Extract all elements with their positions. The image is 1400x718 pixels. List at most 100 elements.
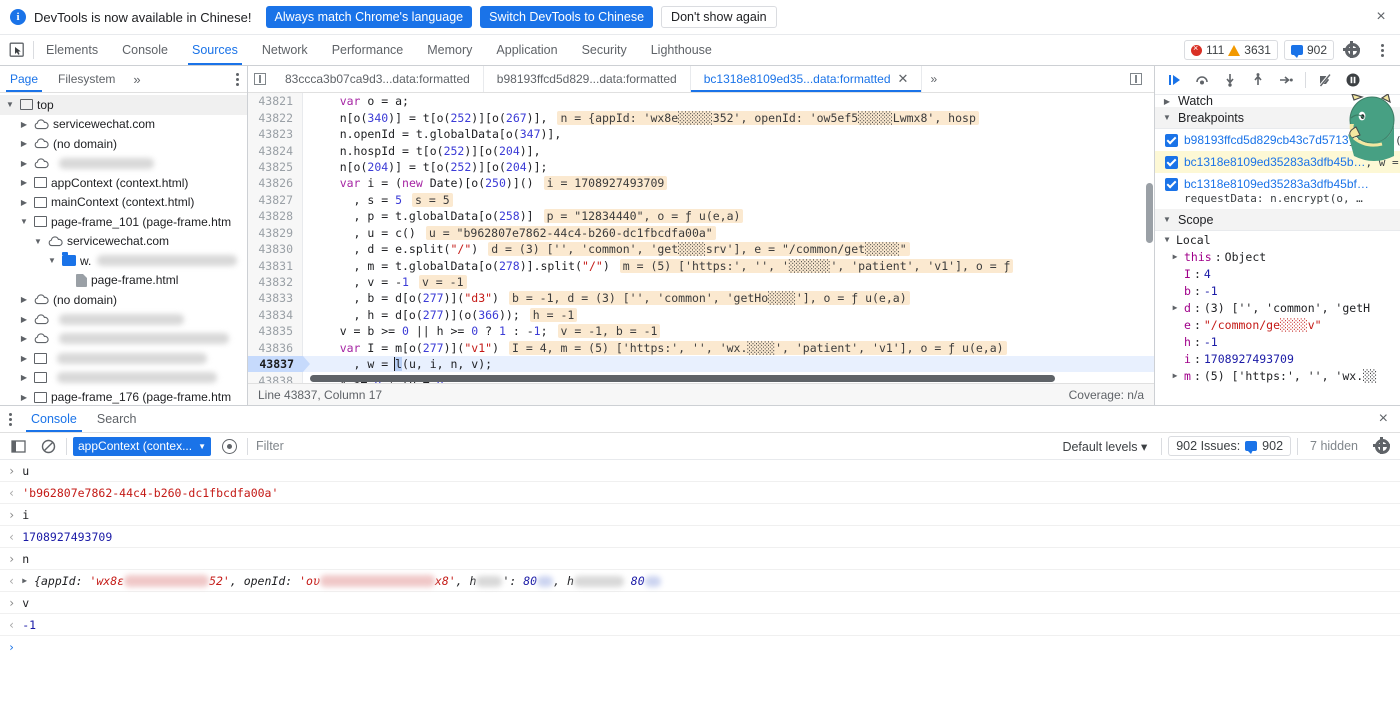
- navigator-overflow-icon[interactable]: »: [125, 66, 148, 92]
- line-number[interactable]: 43835: [248, 323, 303, 340]
- navigator-more-button[interactable]: [228, 66, 247, 92]
- tab-scroll-right-icon[interactable]: [1124, 73, 1148, 85]
- scope-section-header[interactable]: Scope: [1155, 209, 1400, 231]
- breakpoints-section-header[interactable]: Breakpoints: [1155, 107, 1400, 129]
- code-line[interactable]: 43826 var i = (new Date)[o(250)]() i = 17…: [248, 175, 1154, 192]
- line-number[interactable]: 43822: [248, 109, 303, 126]
- code-line[interactable]: 43830 , d = e.split("/") d = (3) ['', 'co…: [248, 240, 1154, 258]
- code-line[interactable]: 43825 n[o(204)] = t[o(252)][o(204)];: [248, 158, 1154, 176]
- file-tree[interactable]: top servicewechat.com (no domain) appContex…: [0, 93, 247, 405]
- console-sidebar-toggle-icon[interactable]: [6, 434, 30, 458]
- tree-item[interactable]: appContext (context.html): [0, 173, 247, 193]
- tree-item[interactable]: top: [0, 95, 247, 115]
- breakpoint-checkbox[interactable]: [1165, 134, 1178, 147]
- code-line[interactable]: 43824 n.hospId = t[o(252)][o(204)],: [248, 142, 1154, 159]
- chevron-right-icon[interactable]: [18, 159, 30, 168]
- clear-console-icon[interactable]: [36, 434, 60, 458]
- file-tab-1[interactable]: b98193ffcd5d829...data:formatted: [484, 66, 691, 92]
- step-over-next-function-call-button[interactable]: [1189, 68, 1215, 92]
- console-settings-button[interactable]: [1370, 434, 1394, 458]
- chevron-down-icon[interactable]: [18, 217, 30, 226]
- chevron-right-icon[interactable]: [18, 139, 30, 148]
- tab-performance[interactable]: Performance: [320, 35, 416, 65]
- breakpoint-item[interactable]: bc1318e8109ed35283a3dfb45b…, w = l(u, i,…: [1155, 151, 1400, 173]
- drawer-tab-console[interactable]: Console: [21, 406, 87, 432]
- breakpoint-checkbox[interactable]: [1165, 156, 1178, 169]
- file-tabs-overflow-icon[interactable]: »: [922, 66, 945, 92]
- tree-item[interactable]: [0, 349, 247, 369]
- nav-tab-filesystem[interactable]: Filesystem: [48, 66, 125, 92]
- drawer-tab-search[interactable]: Search: [87, 406, 147, 432]
- nav-tab-page[interactable]: Page: [0, 66, 48, 92]
- tree-item[interactable]: page-frame_176 (page-frame.htm: [0, 388, 247, 406]
- step-out-of-current-function-button[interactable]: [1245, 68, 1271, 92]
- chevron-right-icon[interactable]: [18, 120, 30, 129]
- watch-section-header[interactable]: Watch: [1155, 95, 1400, 107]
- console-filter-input[interactable]: [254, 436, 1049, 456]
- scope-variable[interactable]: h: -1: [1155, 333, 1400, 350]
- dont-show-again-button[interactable]: Don't show again: [661, 6, 777, 28]
- live-expression-button[interactable]: [217, 434, 241, 458]
- switch-to-chinese-button[interactable]: Switch DevTools to Chinese: [480, 6, 654, 28]
- line-number[interactable]: 43836: [248, 339, 303, 356]
- chevron-right-icon[interactable]: [1169, 371, 1181, 380]
- code-line[interactable]: 43828 , p = t.globalData[o(258)] p = "128…: [248, 208, 1154, 225]
- tab-network[interactable]: Network: [250, 35, 320, 65]
- scope-variable[interactable]: e: "/common/ge░░░░v": [1155, 316, 1400, 333]
- step-into-next-function-call-button[interactable]: [1217, 68, 1243, 92]
- tree-item[interactable]: servicewechat.com: [0, 115, 247, 135]
- scope-local-header[interactable]: Local: [1155, 231, 1400, 248]
- more-options-button[interactable]: [1370, 38, 1394, 62]
- tab-memory[interactable]: Memory: [415, 35, 484, 65]
- scope-variable[interactable]: d: (3) ['', 'common', 'getH: [1155, 299, 1400, 316]
- chevron-right-icon[interactable]: [18, 178, 30, 187]
- code-line[interactable]: 43829 , u = c() u = "b962807e7862-44c4-b2…: [248, 224, 1154, 241]
- tree-item[interactable]: w.: [0, 251, 247, 271]
- scope-variable[interactable]: this: Object: [1155, 248, 1400, 265]
- code-line[interactable]: 43823 n.openId = t.globalData[o(347)],: [248, 125, 1154, 143]
- line-number[interactable]: 43829: [248, 224, 303, 241]
- code-line[interactable]: 43837 , w = l(u, i, n, v);: [248, 356, 1154, 373]
- pause-on-exceptions-button[interactable]: [1340, 68, 1366, 92]
- breakpoint-item[interactable]: bc1318e8109ed35283a3dfb45bf…requestData:…: [1155, 173, 1400, 209]
- drawer-more-button[interactable]: [0, 406, 21, 432]
- breakpoint-item[interactable]: b98193ffcd5d829cb43c7d5713}).then((e=>d.…: [1155, 129, 1400, 151]
- line-number[interactable]: 43823: [248, 125, 303, 143]
- deactivate-breakpoints-button[interactable]: [1312, 68, 1338, 92]
- line-number[interactable]: 43827: [248, 191, 303, 209]
- step-button[interactable]: [1273, 68, 1299, 92]
- console-output[interactable]: › u ‹'b962807e7862-44c4-b260-dc1fbcdfa00a'…: [0, 460, 1400, 660]
- line-number[interactable]: 43830: [248, 240, 303, 258]
- chevron-right-icon[interactable]: [18, 315, 30, 324]
- line-number[interactable]: 43821: [248, 93, 303, 110]
- tree-item[interactable]: [0, 310, 247, 330]
- line-number[interactable]: 43824: [248, 142, 303, 159]
- chevron-right-icon[interactable]: [18, 354, 30, 363]
- inspect-element-icon[interactable]: [0, 35, 33, 65]
- expand-object-icon[interactable]: ▶: [22, 576, 27, 585]
- code-editor[interactable]: 43821 var o = a; 43822 n[o(340)] = t[o(25…: [248, 93, 1154, 383]
- line-number[interactable]: 43831: [248, 257, 303, 274]
- tree-item[interactable]: page-frame_101 (page-frame.htm: [0, 212, 247, 232]
- chevron-right-icon[interactable]: [18, 334, 30, 343]
- issues-button[interactable]: 902 Issues: 902: [1168, 436, 1292, 456]
- chevron-right-icon[interactable]: [1169, 303, 1181, 312]
- editor-horizontal-scrollbar[interactable]: [310, 375, 1055, 382]
- always-match-language-button[interactable]: Always match Chrome's language: [265, 6, 473, 28]
- code-line[interactable]: 43821 var o = a;: [248, 93, 1154, 110]
- tree-item[interactable]: (no domain): [0, 290, 247, 310]
- scope-variable[interactable]: I: 4: [1155, 265, 1400, 282]
- error-warning-counter[interactable]: 111 3631: [1184, 40, 1278, 60]
- line-number[interactable]: 43833: [248, 290, 303, 307]
- code-line[interactable]: 43835 v = b >= 0 || h >= 0 ? 1 : -1; v = …: [248, 323, 1154, 340]
- tab-application[interactable]: Application: [484, 35, 569, 65]
- tab-sources[interactable]: Sources: [180, 35, 250, 65]
- tab-console[interactable]: Console: [110, 35, 180, 65]
- close-icon[interactable]: ×: [1370, 6, 1392, 28]
- log-levels-dropdown[interactable]: Default levels ▾: [1054, 439, 1155, 454]
- scope-variable[interactable]: i: 1708927493709: [1155, 350, 1400, 367]
- tree-item[interactable]: servicewechat.com: [0, 232, 247, 252]
- tree-item[interactable]: [0, 368, 247, 388]
- line-number[interactable]: 43826: [248, 175, 303, 192]
- code-line[interactable]: 43834 , h = d[o(277)](o(366)); h = -1: [248, 306, 1154, 324]
